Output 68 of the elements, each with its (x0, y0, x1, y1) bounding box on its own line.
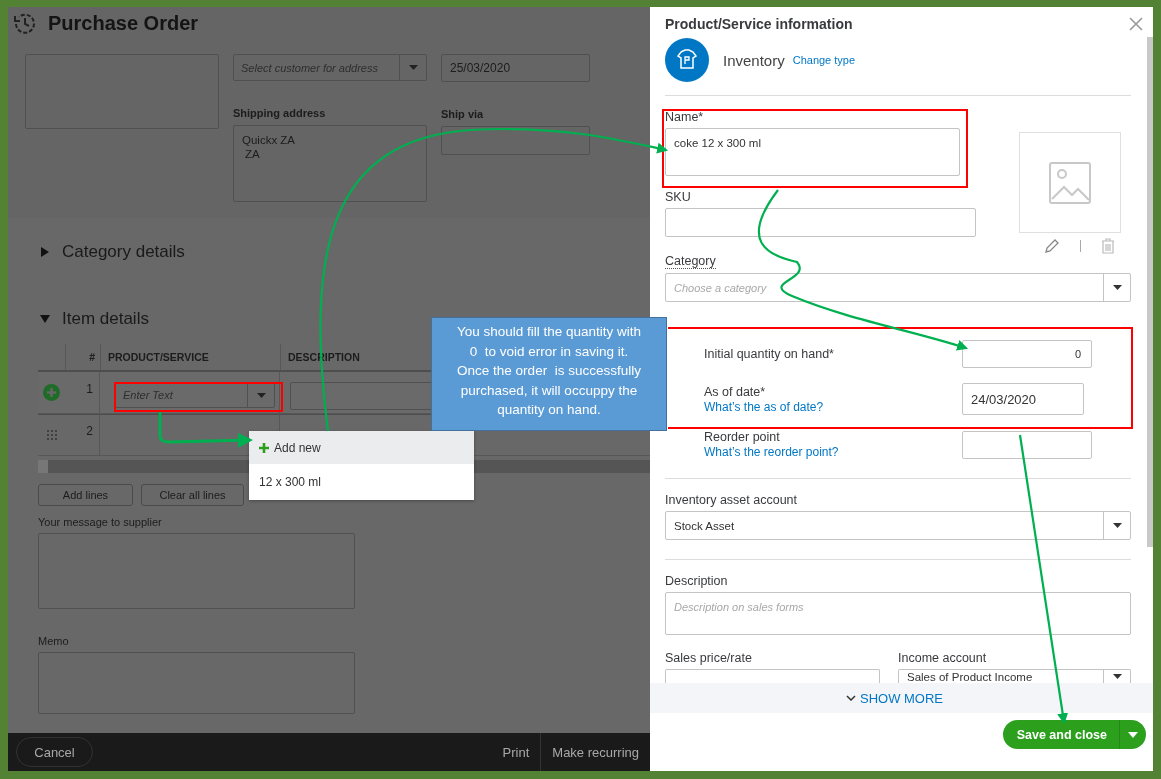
add-row-icon[interactable] (43, 384, 60, 401)
caret-icon (1112, 674, 1122, 679)
caret-icon (256, 392, 266, 398)
trash-icon[interactable] (1100, 238, 1115, 254)
shirt-icon (665, 38, 709, 82)
field-label: Name* (665, 110, 704, 124)
caret-icon (1112, 523, 1122, 528)
drawer-title: Product/Service information (665, 16, 853, 32)
date-field[interactable]: 25/03/2020 (441, 54, 590, 82)
field-label: Sales price/rate (665, 651, 753, 665)
field-label: As of date* (704, 384, 767, 399)
page-title: Purchase Order (48, 11, 199, 35)
quantity-field[interactable]: 0 (962, 340, 1092, 368)
show-more-button[interactable]: SHOW MORE (650, 683, 1153, 713)
row-number: 1 (86, 382, 93, 398)
help-link[interactable]: What’s the as of date? (704, 399, 824, 414)
vertical-scrollbar[interactable] (1147, 37, 1153, 547)
sku-field[interactable] (665, 208, 976, 237)
row-number: 2 (86, 424, 93, 440)
account-select[interactable]: Stock Asset (665, 511, 1131, 540)
image-placeholder[interactable] (1019, 132, 1121, 233)
description-field[interactable]: Description on sales forms (665, 592, 1131, 635)
dropdown-item[interactable]: Add new (249, 431, 474, 464)
drag-handle-icon[interactable] (46, 429, 57, 440)
note-tooltip: You should fill the quantity with 0 to void error in saving it. Once the order is successfully purchased, it will occuppy the quantity on hand. (431, 317, 667, 431)
category-select[interactable]: Choose a category (665, 273, 1131, 302)
field-label: Inventory asset account (665, 493, 798, 507)
field-label: Ship via (441, 108, 485, 120)
field-label: Your message to supplier (38, 516, 162, 528)
field-label: Income account (898, 651, 988, 665)
field-label: Memo (38, 635, 69, 647)
memo-field[interactable] (38, 652, 355, 714)
product-select[interactable]: Enter Text (115, 382, 275, 408)
help-link[interactable]: What’s the reorder point? (704, 445, 839, 459)
ship-via-field[interactable] (441, 126, 590, 155)
plus-icon (259, 442, 269, 453)
caret-icon[interactable] (1128, 731, 1138, 738)
message-field[interactable] (38, 533, 355, 609)
save-and-close-button[interactable]: Save and close (1002, 720, 1146, 749)
quantity-field[interactable]: 24/03/2020 (962, 383, 1084, 415)
field-label: SKU (665, 190, 691, 204)
close-icon[interactable] (1129, 17, 1143, 31)
footer-action[interactable]: Make recurring (541, 744, 650, 760)
dropdown-item[interactable]: 12 x 300 ml (249, 464, 474, 500)
pencil-icon[interactable] (1043, 238, 1060, 254)
item-type: Inventory (723, 51, 785, 69)
quantity-field[interactable] (962, 430, 1092, 459)
caret-icon (1112, 285, 1122, 290)
line-button[interactable]: Add lines (38, 484, 133, 506)
section-toggle[interactable]: Item details (40, 309, 149, 329)
image-icon (1049, 161, 1091, 204)
footer-action[interactable]: Print (491, 744, 541, 760)
column-header: # (89, 351, 95, 363)
field-label: Description (665, 574, 728, 588)
field-label: Initial quantity on hand* (704, 346, 834, 361)
field-label: Shipping address (233, 107, 327, 119)
change-type-link[interactable]: Change type (792, 54, 856, 66)
triangle-down-icon (40, 314, 50, 324)
triangle-right-icon (40, 247, 50, 257)
shipping-address-field[interactable]: Quickx ZA ZA (233, 125, 427, 202)
field-label: Category (665, 254, 716, 269)
line-button[interactable]: Clear all lines (141, 484, 244, 506)
caret-icon (408, 65, 418, 70)
name-field[interactable]: coke 12 x 300 ml (665, 128, 960, 176)
column-header: PRODUCT/SERVICE (108, 351, 209, 363)
section-toggle[interactable]: Category details (40, 242, 185, 262)
field-label: Reorder point (704, 430, 781, 444)
chevron-down-icon (845, 695, 856, 701)
